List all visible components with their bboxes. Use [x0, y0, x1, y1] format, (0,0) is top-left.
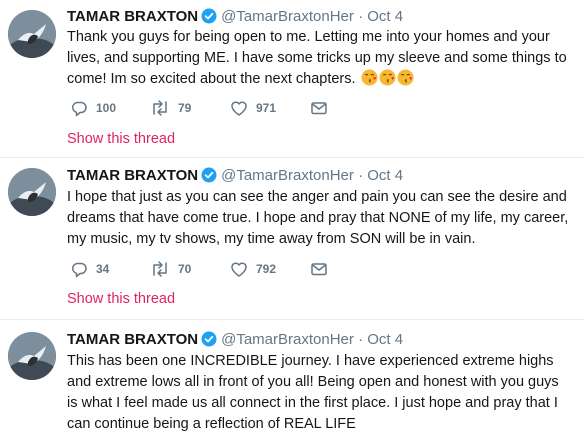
retweet-count: 79 — [178, 101, 192, 115]
reply-button[interactable]: 34 — [70, 259, 109, 279]
retweet-button[interactable]: 70 — [150, 259, 191, 279]
display-name[interactable]: TAMAR BRAXTON — [67, 331, 198, 348]
tweet-date[interactable]: Oct 4 — [367, 8, 403, 25]
reply-count: 34 — [96, 262, 110, 276]
verified-badge-icon — [201, 167, 217, 188]
user-handle[interactable]: @TamarBraxtonHer — [221, 331, 354, 348]
user-handle[interactable]: @TamarBraxtonHer — [221, 167, 354, 184]
tweet-text: This has been one INCREDIBLE journey. I … — [67, 353, 559, 432]
tweet[interactable]: TAMAR BRAXTON @TamarBraxtonHer · Oct 4 Th… — [0, 0, 584, 158]
avatar[interactable] — [8, 332, 56, 380]
reply-button[interactable]: 100 — [70, 98, 116, 118]
share-button[interactable] — [310, 98, 328, 118]
tweet-text: I hope that just as you can see the ange… — [67, 189, 569, 247]
display-name[interactable]: TAMAR BRAXTON — [67, 8, 198, 25]
retweet-icon — [153, 100, 167, 116]
kissing-face-icon — [397, 69, 414, 86]
kissing-face-icon — [379, 69, 396, 86]
retweet-button[interactable]: 79 — [150, 98, 191, 118]
separator-dot: · — [358, 331, 364, 348]
reply-icon — [71, 262, 87, 278]
mail-icon — [311, 102, 327, 115]
separator-dot: · — [358, 8, 364, 25]
avatar[interactable] — [8, 168, 56, 216]
heart-icon — [231, 262, 247, 277]
reply-count: 100 — [96, 101, 117, 115]
share-button[interactable] — [310, 259, 328, 279]
tweet-body: Thank you guys for being open to me. Let… — [67, 29, 567, 87]
kissing-face-icon — [361, 69, 378, 86]
retweet-count: 70 — [178, 262, 192, 276]
tweet[interactable]: TAMAR BRAXTON @TamarBraxtonHer · Oct 4 Th… — [0, 320, 584, 432]
tweet-date[interactable]: Oct 4 — [367, 331, 403, 348]
verified-badge-icon — [201, 331, 217, 352]
like-count: 792 — [256, 262, 277, 276]
tweet-text: Thank you guys for being open to me. Let… — [67, 27, 572, 90]
mail-icon — [311, 263, 327, 276]
like-button[interactable]: 971 — [230, 98, 276, 118]
show-thread-link[interactable]: Show this thread — [67, 291, 175, 307]
like-button[interactable]: 792 — [230, 259, 276, 279]
retweet-icon — [153, 261, 167, 277]
verified-badge-icon — [201, 8, 217, 29]
avatar[interactable] — [8, 10, 56, 58]
separator-dot: · — [358, 167, 364, 184]
tweet-date[interactable]: Oct 4 — [367, 167, 403, 184]
like-count: 971 — [256, 101, 277, 115]
show-thread-link[interactable]: Show this thread — [67, 131, 175, 147]
reply-icon — [71, 101, 87, 117]
user-handle[interactable]: @TamarBraxtonHer — [221, 8, 354, 25]
tweet[interactable]: TAMAR BRAXTON @TamarBraxtonHer · Oct 4 I … — [0, 158, 584, 320]
heart-icon — [231, 101, 247, 116]
display-name[interactable]: TAMAR BRAXTON — [67, 167, 198, 184]
